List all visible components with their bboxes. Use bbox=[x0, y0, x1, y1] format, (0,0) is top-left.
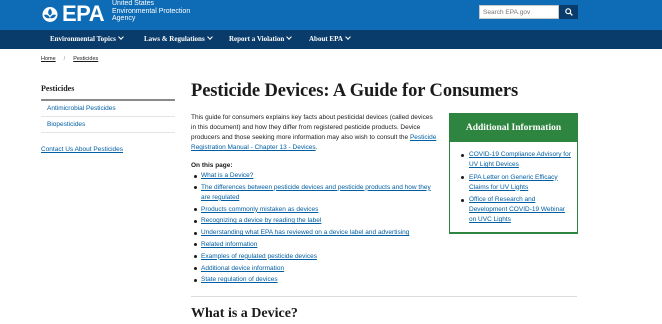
intro-text: This guide for consumers explains key fa… bbox=[191, 114, 433, 141]
info-link[interactable]: Office of Research and Development COVID… bbox=[469, 196, 565, 223]
breadcrumb: Home / Pesticides bbox=[41, 56, 98, 62]
breadcrumb-separator: / bbox=[63, 56, 66, 62]
toc-link[interactable]: Examples of regulated pesticide devices bbox=[201, 253, 317, 260]
toc-link[interactable]: What is a Device? bbox=[201, 172, 253, 179]
list-item: Related information bbox=[191, 240, 441, 250]
info-link[interactable]: COVID-19 Compliance Advisory for UV Ligh… bbox=[469, 151, 571, 168]
list-item: Recognizing a device by reading the labe… bbox=[191, 216, 441, 226]
intro-end: . bbox=[315, 144, 318, 151]
info-link[interactable]: EPA Letter on Generic Efficacy Claims fo… bbox=[469, 174, 558, 191]
breadcrumb-home[interactable]: Home bbox=[41, 56, 56, 62]
toc-link[interactable]: Additional device information bbox=[201, 265, 284, 272]
intro-paragraph: This guide for consumers explains key fa… bbox=[191, 113, 437, 153]
nav-label: Report a Violation bbox=[229, 35, 285, 43]
chevron-down-icon bbox=[345, 34, 351, 40]
chevron-down-icon bbox=[206, 34, 213, 40]
logo-text: EPA bbox=[62, 1, 105, 26]
breadcrumb-pesticides[interactable]: Pesticides bbox=[73, 56, 98, 62]
nav-about-epa[interactable]: About EPA bbox=[309, 30, 351, 49]
site-search bbox=[479, 5, 578, 19]
toc-link[interactable]: Related information bbox=[201, 241, 257, 248]
list-item: State regulation of devices bbox=[191, 275, 441, 285]
contact-us-link[interactable]: Contact Us About Pesticides bbox=[41, 146, 123, 153]
sidebar-item-antimicrobial-pesticides[interactable]: Antimicrobial Pesticides bbox=[41, 101, 175, 117]
nav-report-violation[interactable]: Report a Violation bbox=[229, 30, 293, 49]
search-button[interactable] bbox=[559, 5, 578, 19]
list-item: The differences between pesticide device… bbox=[191, 183, 441, 203]
toc-link[interactable]: The differences between pesticide device… bbox=[201, 184, 431, 201]
search-input[interactable] bbox=[479, 5, 559, 19]
sidebar-item-biopesticides[interactable]: Biopesticides bbox=[41, 117, 175, 133]
section-divider bbox=[191, 296, 577, 297]
list-item: Office of Research and Development COVID… bbox=[460, 195, 573, 225]
list-item: Examples of regulated pesticide devices bbox=[191, 252, 441, 262]
nav-label: About EPA bbox=[309, 35, 343, 43]
toc-link[interactable]: Understanding what EPA has reviewed on a… bbox=[201, 229, 409, 236]
nav-laws-regulations[interactable]: Laws & Regulations bbox=[144, 30, 213, 49]
nav-label: Laws & Regulations bbox=[144, 35, 205, 43]
main-nav: Environmental Topics Laws & Regulations … bbox=[0, 30, 662, 49]
toc-link[interactable]: State regulation of devices bbox=[201, 276, 278, 283]
list-item: Additional device information bbox=[191, 264, 441, 274]
additional-info-box: Additional Information COVID-19 Complian… bbox=[449, 113, 578, 234]
nav-environmental-topics[interactable]: Environmental Topics bbox=[50, 30, 124, 49]
section-heading: What is a Device? bbox=[191, 306, 298, 321]
agency-line: Environmental Protection bbox=[112, 7, 191, 15]
list-item: COVID-19 Compliance Advisory for UV Ligh… bbox=[460, 150, 573, 170]
on-this-page-label: On this page: bbox=[191, 162, 233, 169]
nav-label: Environmental Topics bbox=[50, 35, 116, 43]
agency-line: United States bbox=[112, 0, 155, 7]
info-box-title: Additional Information bbox=[450, 114, 577, 142]
list-item: Understanding what EPA has reviewed on a… bbox=[191, 228, 441, 238]
toc-link[interactable]: Recognizing a device by reading the labe… bbox=[201, 217, 321, 224]
list-item: Products commonly mistaken as devices bbox=[191, 205, 441, 215]
info-box-links: COVID-19 Compliance Advisory for UV Ligh… bbox=[450, 142, 577, 225]
list-item: What is a Device? bbox=[191, 171, 441, 181]
chevron-down-icon bbox=[286, 34, 293, 40]
chevron-down-icon bbox=[117, 34, 124, 40]
agency-name: United States Environmental Protection A… bbox=[112, 0, 202, 23]
page-title: Pesticide Devices: A Guide for Consumers bbox=[191, 81, 519, 101]
toc-link[interactable]: Products commonly mistaken as devices bbox=[201, 206, 318, 213]
epa-logo[interactable]: EPA bbox=[40, 1, 105, 26]
agency-line: Agency bbox=[112, 15, 136, 23]
site-header: EPA United States Environmental Protecti… bbox=[0, 0, 662, 30]
list-item: EPA Letter on Generic Efficacy Claims fo… bbox=[460, 173, 573, 193]
sidebar-title: Pesticides bbox=[41, 84, 75, 93]
search-icon bbox=[564, 8, 573, 16]
on-this-page-list: What is a Device? The differences betwee… bbox=[191, 171, 441, 287]
epa-flower-icon bbox=[42, 6, 58, 22]
